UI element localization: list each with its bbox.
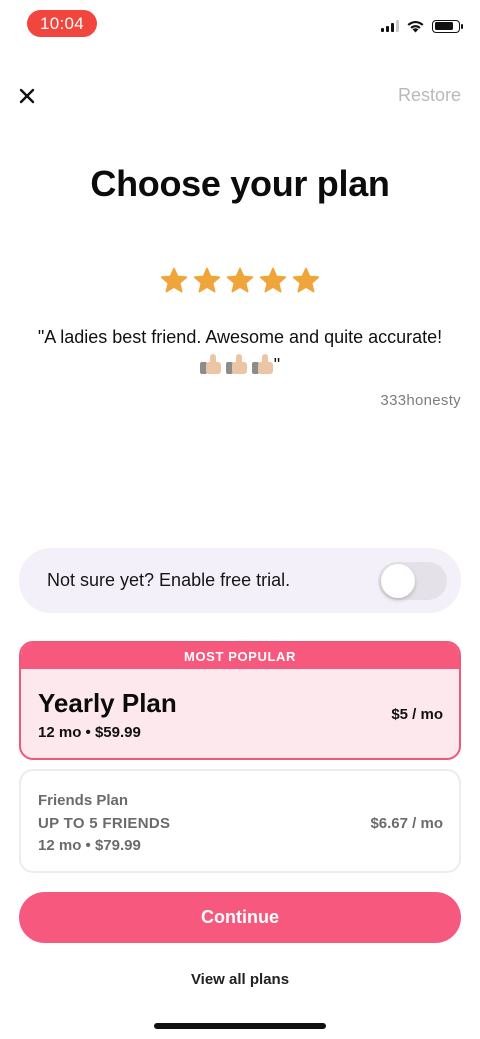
status-bar: 10:04 [0, 0, 480, 48]
home-indicator [154, 1023, 326, 1029]
cellular-signal-icon [381, 20, 399, 32]
restore-button[interactable]: Restore [398, 85, 461, 106]
review-quote: "A ladies best friend. Awesome and quite… [20, 323, 460, 379]
plan-price: $5 / mo [391, 706, 443, 723]
plan-card-friends[interactable]: Friends Plan UP TO 5 FRIENDS 12 mo • $79… [19, 769, 461, 873]
plan-subtitle: 12 mo • $79.99 [38, 837, 141, 854]
plan-subtitle: 12 mo • $59.99 [38, 724, 141, 741]
most-popular-badge: MOST POPULAR [21, 643, 459, 669]
star-icon [292, 267, 320, 293]
star-icon [226, 267, 254, 293]
thumbs-up-icon [251, 354, 274, 374]
review-author: 333honesty [380, 392, 461, 409]
plan-name: Friends Plan [38, 792, 129, 809]
battery-icon [432, 19, 463, 33]
thumbs-up-emojis [199, 354, 274, 374]
thumbs-up-icon [225, 354, 248, 374]
thumbs-up-icon [199, 354, 222, 374]
star-icon [259, 267, 287, 293]
plan-name: Yearly Plan [38, 688, 177, 718]
plan-price: $6.67 / mo [370, 815, 443, 832]
star-icon [193, 267, 221, 293]
free-trial-row: Not sure yet? Enable free trial. [19, 548, 461, 613]
close-button[interactable] [14, 83, 40, 109]
plan-card-yearly[interactable]: MOST POPULAR Yearly Plan 12 mo • $59.99 … [19, 641, 461, 760]
review-text: "A ladies best friend. Awesome and quite… [37, 327, 443, 347]
star-icon [160, 267, 188, 293]
rating-stars [0, 266, 480, 296]
view-all-plans-link[interactable]: View all plans [0, 971, 480, 988]
free-trial-label: Not sure yet? Enable free trial. [47, 570, 291, 590]
status-icons [381, 19, 463, 33]
page-title: Choose your plan [90, 163, 390, 204]
wifi-icon [407, 21, 424, 33]
toggle-knob [381, 563, 415, 598]
status-time: 10:04 [27, 10, 97, 37]
close-icon [19, 88, 35, 104]
free-trial-toggle[interactable] [378, 561, 447, 600]
continue-button[interactable]: Continue [19, 892, 461, 943]
review-text-end: " [273, 355, 281, 375]
plan-detail: UP TO 5 FRIENDS [38, 815, 171, 832]
